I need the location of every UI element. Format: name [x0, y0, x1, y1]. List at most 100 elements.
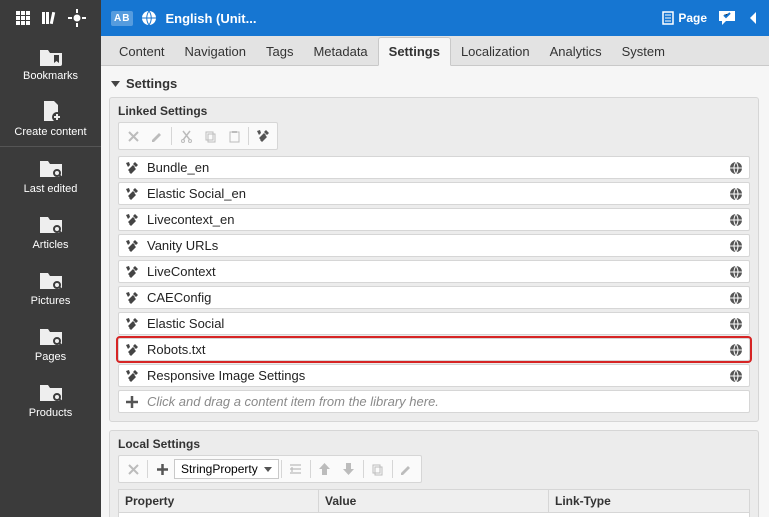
linked-settings-row[interactable]: Responsive Image Settings	[118, 364, 750, 387]
row-label: Elastic Social	[147, 316, 721, 331]
header: AB English (Unit... Page	[101, 0, 769, 36]
tools-icon[interactable]	[251, 125, 275, 147]
tab-metadata[interactable]: Metadata	[303, 38, 377, 65]
sidebar-item-bookmarks[interactable]: Bookmarks	[0, 36, 101, 90]
col-property[interactable]: Property	[119, 490, 319, 512]
row-label: Vanity URLs	[147, 238, 721, 253]
linked-settings-row[interactable]: Robots.txt	[118, 338, 750, 361]
folder-search-icon	[38, 325, 64, 347]
tab-settings[interactable]: Settings	[378, 37, 451, 66]
linked-settings-row[interactable]: Livecontext_en	[118, 208, 750, 231]
globe-icon	[729, 343, 743, 357]
move-up-icon	[313, 458, 337, 480]
tab-bar: Content Navigation Tags Metadata Setting…	[101, 36, 769, 66]
sidebar-item-articles[interactable]: Articles	[0, 203, 101, 259]
linked-settings-row[interactable]: Bundle_en	[118, 156, 750, 179]
grid-header: Property Value Link-Type	[119, 490, 749, 513]
target-icon[interactable]	[68, 9, 86, 27]
folder-search-icon	[38, 157, 64, 179]
linked-settings-row[interactable]: LiveContext	[118, 260, 750, 283]
tab-analytics[interactable]: Analytics	[540, 38, 612, 65]
add-icon[interactable]	[150, 458, 174, 480]
linked-settings-list: Bundle_en Elastic Social_en Livecontext_en…	[118, 156, 750, 413]
linked-settings-row[interactable]: Vanity URLs	[118, 234, 750, 257]
section-title-row[interactable]: Settings	[109, 72, 759, 97]
row-label: Elastic Social_en	[147, 186, 721, 201]
sidebar-item-create-content[interactable]: Create content	[0, 90, 101, 146]
delete-icon	[121, 458, 145, 480]
tools-icon	[125, 265, 139, 279]
col-value[interactable]: Value	[319, 490, 549, 512]
tab-tags[interactable]: Tags	[256, 38, 303, 65]
globe-icon	[729, 291, 743, 305]
tools-icon	[125, 343, 139, 357]
drop-hint-row[interactable]: Click and drag a content item from the l…	[118, 390, 750, 413]
sidebar: Bookmarks Create content Last edited Art…	[0, 0, 101, 517]
globe-icon	[729, 213, 743, 227]
row-label: Bundle_en	[147, 160, 721, 175]
folder-search-icon	[38, 381, 64, 403]
globe-icon	[729, 239, 743, 253]
separator	[171, 127, 172, 145]
linked-settings-row[interactable]: CAEConfig	[118, 286, 750, 309]
tools-icon	[125, 291, 139, 305]
globe-icon	[729, 161, 743, 175]
language-badge[interactable]: AB	[111, 11, 133, 26]
library-icon[interactable]	[41, 10, 59, 26]
separator	[281, 460, 282, 478]
speech-bubble-icon[interactable]	[717, 9, 737, 27]
separator	[310, 460, 311, 478]
page-indicator[interactable]: Page	[662, 11, 707, 25]
plus-icon	[125, 395, 139, 409]
local-settings-title: Local Settings	[118, 437, 750, 455]
indent-icon	[284, 458, 308, 480]
sidebar-item-pictures[interactable]: Pictures	[0, 259, 101, 315]
tab-content[interactable]: Content	[109, 38, 175, 65]
separator	[248, 127, 249, 145]
row-label: LiveContext	[147, 264, 721, 279]
row-label: Robots.txt	[147, 342, 721, 357]
local-settings-toolbar: StringProperty	[118, 455, 422, 483]
separator	[363, 460, 364, 478]
collapse-triangle-icon	[111, 79, 120, 88]
chevron-down-icon	[264, 467, 272, 472]
globe-icon	[729, 317, 743, 331]
sidebar-header	[0, 0, 101, 36]
apps-icon[interactable]	[15, 10, 31, 26]
separator	[147, 460, 148, 478]
copy-icon	[366, 458, 390, 480]
linked-settings-row[interactable]: Elastic Social	[118, 312, 750, 335]
content-area: Settings Linked Settings Bundle_en Elasti…	[101, 66, 769, 517]
tab-system[interactable]: System	[612, 38, 675, 65]
sidebar-item-label: Last edited	[24, 183, 78, 195]
sidebar-item-products[interactable]: Products	[0, 371, 101, 427]
grid-root-row[interactable]: ⊟...	[119, 513, 749, 517]
section-title: Settings	[126, 76, 177, 91]
tools-icon	[125, 161, 139, 175]
globe-icon	[729, 265, 743, 279]
language-label[interactable]: English (Unit...	[165, 11, 256, 26]
col-link-type[interactable]: Link-Type	[549, 490, 749, 512]
linked-settings-panel: Linked Settings Bundle_en Elastic Social_…	[109, 97, 759, 422]
sidebar-item-last-edited[interactable]: Last edited	[0, 147, 101, 203]
tools-icon	[125, 239, 139, 253]
chevron-left-icon[interactable]	[747, 10, 759, 26]
folder-search-icon	[38, 269, 64, 291]
tools-icon	[125, 213, 139, 227]
local-settings-panel: Local Settings StringProperty	[109, 430, 759, 517]
globe-icon	[729, 369, 743, 383]
row-label: CAEConfig	[147, 290, 721, 305]
linked-settings-title: Linked Settings	[118, 104, 750, 122]
tab-navigation[interactable]: Navigation	[175, 38, 256, 65]
create-document-icon	[40, 100, 62, 122]
property-type-select[interactable]: StringProperty	[174, 459, 279, 479]
globe-icon	[141, 10, 157, 26]
sidebar-item-label: Products	[29, 407, 72, 419]
sidebar-item-label: Pictures	[31, 295, 71, 307]
linked-settings-row[interactable]: Elastic Social_en	[118, 182, 750, 205]
sidebar-item-pages[interactable]: Pages	[0, 315, 101, 371]
move-down-icon	[337, 458, 361, 480]
sidebar-item-label: Pages	[35, 351, 66, 363]
sidebar-item-label: Articles	[32, 239, 68, 251]
tab-localization[interactable]: Localization	[451, 38, 540, 65]
